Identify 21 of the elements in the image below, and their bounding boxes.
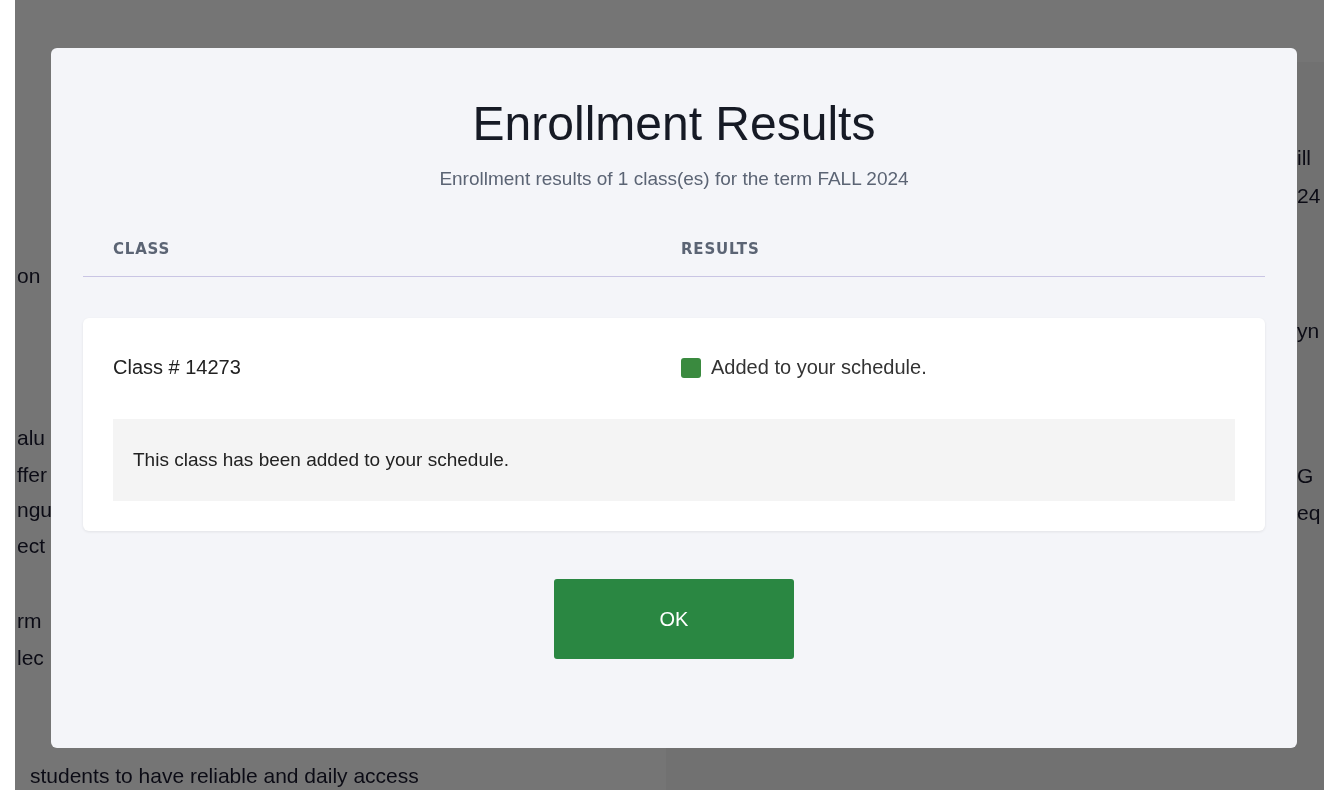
background-text: students to have reliable and daily access bbox=[30, 764, 419, 788]
background-text: alu bbox=[17, 426, 46, 450]
result-text: Added to your schedule. bbox=[711, 356, 927, 379]
class-number: Class # 14273 bbox=[113, 356, 241, 379]
result-message: This class has been added to your schedule. bbox=[113, 419, 1235, 501]
ok-button[interactable]: OK bbox=[554, 579, 794, 659]
column-header: CLASS bbox=[113, 240, 171, 258]
background-text: eq bbox=[1297, 501, 1321, 525]
dialog-title: Enrollment Results bbox=[472, 96, 876, 152]
background-text: ect bbox=[17, 534, 45, 558]
background-text: lec bbox=[17, 646, 44, 670]
background-text: yn bbox=[1297, 319, 1320, 343]
background-text: ill bbox=[1297, 146, 1311, 170]
background-text: ffer bbox=[17, 463, 47, 487]
background-text: ngu bbox=[17, 498, 53, 522]
dialog-subtitle: Enrollment results of 1 class(es) for the term FALL 2024 bbox=[439, 168, 909, 190]
background-text: 24 bbox=[1297, 184, 1321, 208]
background-text: G bbox=[1297, 464, 1314, 488]
background-text: rm bbox=[17, 609, 42, 633]
column-header: RESULTS bbox=[681, 240, 760, 258]
background-text: on bbox=[17, 264, 41, 288]
